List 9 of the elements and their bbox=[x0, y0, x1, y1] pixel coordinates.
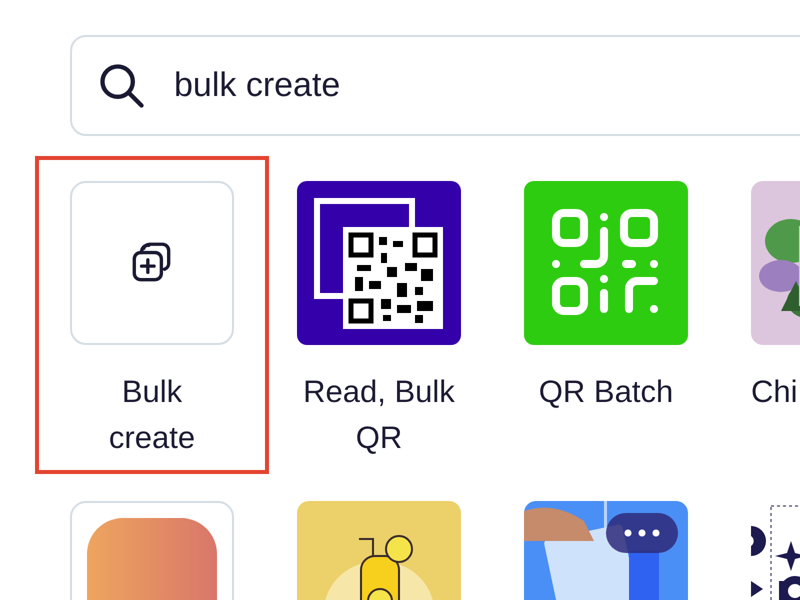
tile-label: Read, Bulk QR bbox=[302, 373, 456, 457]
bulk-create-tile[interactable] bbox=[70, 181, 234, 345]
tile-label: Bulk create bbox=[108, 373, 196, 457]
qr-code-logo-icon[interactable] bbox=[297, 181, 461, 345]
search-field[interactable]: bulk create bbox=[70, 35, 800, 136]
search-input[interactable]: bulk create bbox=[174, 60, 674, 111]
tile-label: Chi bbox=[751, 373, 799, 411]
more-icon bbox=[624, 529, 660, 537]
tile-label: QR Batch bbox=[538, 373, 674, 411]
